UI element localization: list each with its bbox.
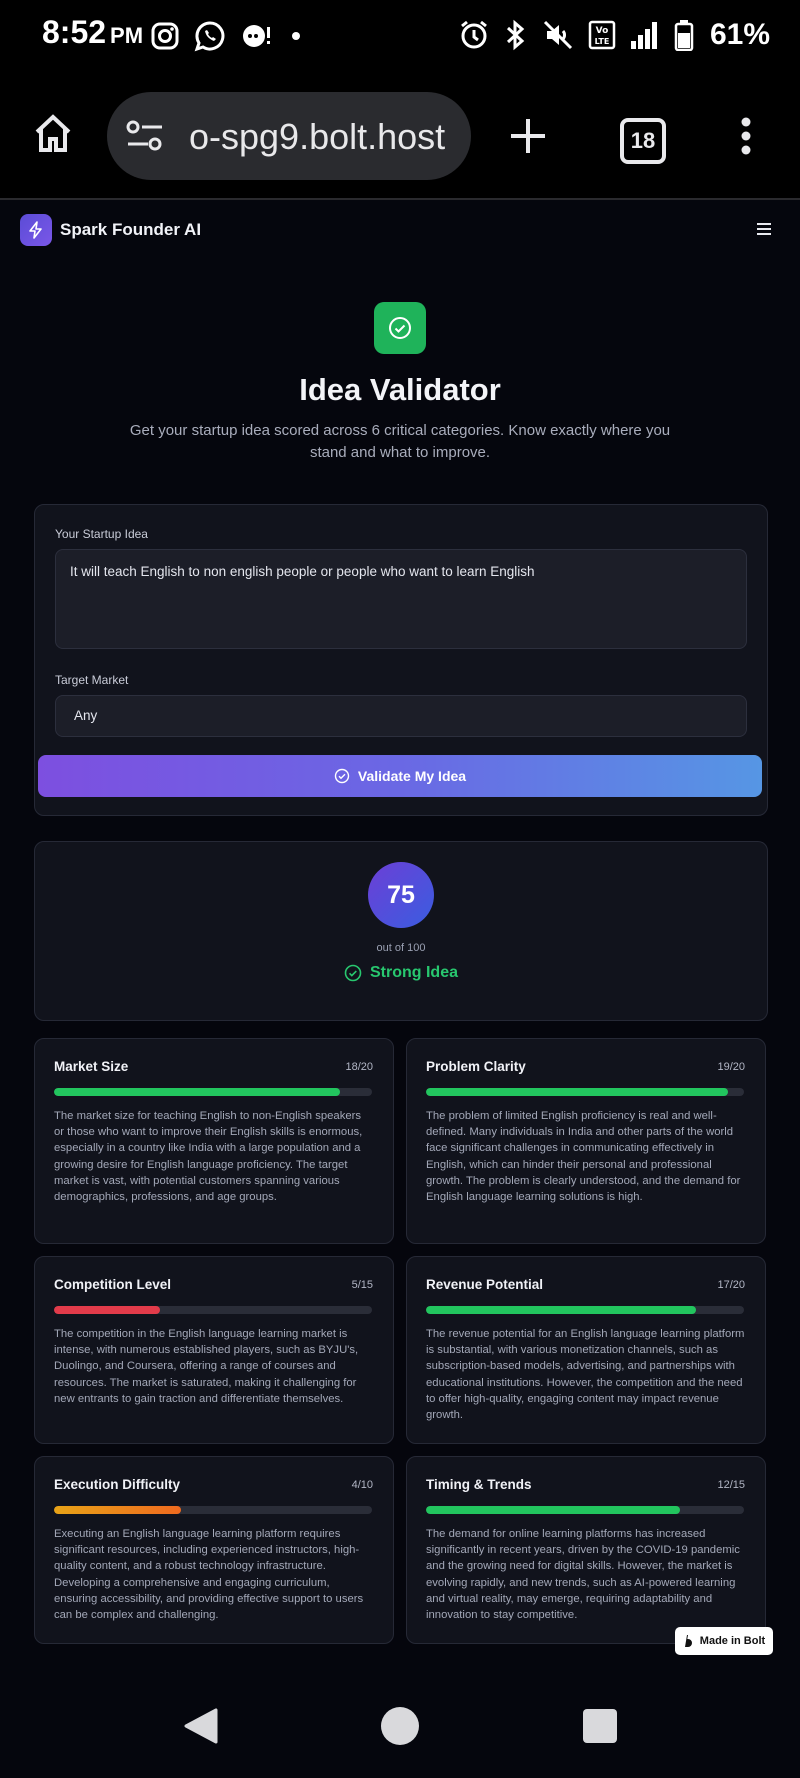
category-card-execution-difficulty: Execution Difficulty 4/10 Executing an E… [34, 1456, 394, 1644]
url-bar[interactable]: o-spg9.bolt.host [107, 92, 471, 180]
category-card-revenue-potential: Revenue Potential 17/20 The revenue pote… [406, 1256, 766, 1444]
category-score: 17/20 [717, 1279, 745, 1291]
category-card-problem-clarity: Problem Clarity 19/20 The problem of lim… [406, 1038, 766, 1244]
validator-badge [374, 302, 426, 354]
category-score: 12/15 [717, 1479, 745, 1491]
chat-bubble-icon [243, 25, 270, 47]
made-in-bolt-label: Made in Bolt [699, 1635, 766, 1647]
check-circle-icon [389, 317, 411, 339]
made-in-bolt-badge[interactable]: Made in Bolt [675, 1627, 773, 1655]
idea-label: Your Startup Idea [55, 527, 148, 541]
score-card: 75 out of 100 Strong Idea [34, 841, 768, 1021]
idea-text: It will teach English to non english peo… [70, 564, 535, 579]
category-progress-bar [426, 1506, 744, 1514]
category-card-competition-level: Competition Level 5/15 The competition i… [34, 1256, 394, 1444]
page-subtitle: Get your startup idea scored across 6 cr… [129, 422, 671, 461]
category-description: The market size for teaching English to … [54, 1110, 363, 1204]
category-description: The demand for online learning platforms… [426, 1528, 740, 1622]
category-score: 5/15 [351, 1279, 373, 1291]
alarm-icon [461, 20, 487, 49]
more-options-icon[interactable] [738, 116, 754, 156]
battery-percent: 61% [709, 18, 770, 51]
check-circle-icon [344, 964, 362, 982]
dot-icon [292, 32, 300, 40]
hamburger-menu-icon[interactable] [756, 222, 772, 236]
category-name: Problem Clarity [426, 1059, 526, 1074]
category-progress-fill [54, 1506, 182, 1514]
lightning-icon [29, 221, 42, 239]
category-progress-fill [426, 1088, 729, 1096]
category-description: Executing an English language learning p… [54, 1528, 364, 1622]
instagram-icon [151, 22, 179, 50]
signal-icon [630, 22, 657, 49]
category-description: The problem of limited English proficien… [426, 1110, 741, 1204]
tab-switcher-button[interactable]: 18 [620, 118, 666, 164]
category-name: Execution Difficulty [54, 1477, 181, 1492]
category-progress-bar [54, 1506, 372, 1514]
validate-button-label: Validate My Idea [357, 768, 467, 784]
recents-icon[interactable] [582, 1708, 618, 1744]
home-icon[interactable] [32, 112, 74, 154]
target-market-value: Any [74, 708, 98, 723]
category-score: 19/20 [717, 1061, 745, 1073]
category-score: 18/20 [345, 1061, 373, 1073]
browser-toolbar: o-spg9.bolt.host 18 [0, 72, 800, 200]
verdict-text: Strong Idea [369, 964, 458, 981]
battery-icon [674, 20, 694, 51]
category-progress-bar [426, 1088, 744, 1096]
url-text: o-spg9.bolt.host [189, 116, 446, 157]
home-circle-icon[interactable] [380, 1706, 420, 1746]
score-out-of: out of 100 [376, 942, 426, 954]
whatsapp-icon [194, 21, 225, 52]
category-progress-fill [54, 1088, 341, 1096]
app-header: Spark Founder AI [0, 200, 800, 262]
category-name: Competition Level [54, 1277, 172, 1292]
new-tab-icon[interactable] [508, 116, 548, 156]
page-title: Idea Validator [299, 372, 501, 407]
category-score: 4/10 [351, 1479, 373, 1491]
category-progress-fill [426, 1306, 697, 1314]
svg-text:Vo: Vo [596, 26, 609, 36]
category-card-timing-trends: Timing & Trends 12/15 The demand for onl… [406, 1456, 766, 1644]
site-settings-icon[interactable] [125, 118, 165, 154]
check-circle-icon [334, 768, 350, 784]
market-label: Target Market [55, 673, 129, 687]
validate-button[interactable]: Validate My Idea [38, 755, 762, 797]
category-card-market-size: Market Size 18/20 The market size for te… [34, 1038, 394, 1244]
svg-text:LTE: LTE [595, 37, 610, 46]
target-market-select[interactable]: Any [55, 695, 747, 737]
system-nav-bar [0, 1670, 800, 1778]
back-icon[interactable] [182, 1706, 220, 1746]
bolt-logo-icon [684, 1635, 692, 1647]
category-progress-fill [54, 1306, 160, 1314]
category-description: The competition in the English language … [54, 1328, 359, 1405]
idea-form: Your Startup Idea It will teach English … [34, 504, 768, 816]
status-bar: 8:52 PM Vo LTE 61% [0, 0, 800, 72]
mute-icon [543, 20, 573, 50]
app-logo[interactable] [20, 214, 52, 246]
category-progress-fill [426, 1506, 681, 1514]
score-value: 75 [368, 862, 434, 928]
clock: 8:52 PM [42, 14, 144, 50]
volte-icon: VoLTE [588, 20, 616, 50]
system-icons: Vo LTE 61% [458, 18, 770, 52]
category-name: Timing & Trends [426, 1477, 532, 1492]
app-name[interactable]: Spark Founder AI [60, 220, 201, 240]
category-description: The revenue potential for an English lan… [426, 1328, 745, 1422]
idea-textarea[interactable]: It will teach English to non english peo… [55, 549, 747, 649]
notification-icons [150, 20, 306, 52]
category-name: Market Size [54, 1059, 129, 1074]
score-verdict: Strong Idea [35, 964, 767, 982]
category-progress-bar [54, 1088, 372, 1096]
category-name: Revenue Potential [426, 1277, 544, 1292]
category-progress-bar [54, 1306, 372, 1314]
bluetooth-icon [506, 19, 525, 51]
category-progress-bar [426, 1306, 744, 1314]
